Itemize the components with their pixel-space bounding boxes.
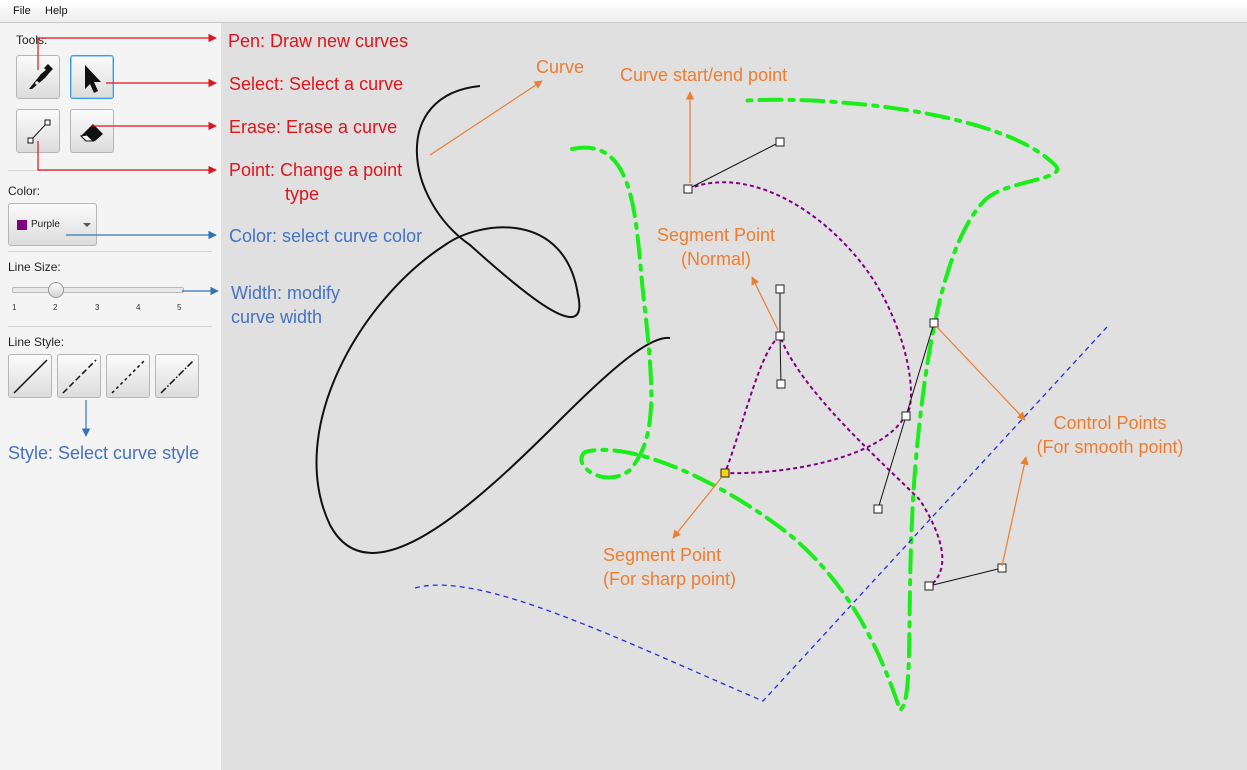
line-style-label: Line Style: <box>8 335 65 349</box>
annotation-style: Style: Select curve style <box>8 443 200 463</box>
slider-tick-label: 5 <box>177 303 182 312</box>
annotation-segment-sharp-line1: Segment Point <box>603 545 722 565</box>
menu-file[interactable]: File <box>13 5 31 17</box>
slider-tick-label: 1 <box>12 303 17 312</box>
annotation-width-line2: curve width <box>231 307 323 327</box>
menu-help[interactable]: Help <box>45 5 68 17</box>
annotation-start-end: Curve start/end point <box>620 65 788 85</box>
line-style-dash-dot-button[interactable] <box>155 354 199 398</box>
annotation-pen: Pen: Draw new curves <box>228 31 409 51</box>
line-style-dotted-button[interactable] <box>106 354 150 398</box>
color-dropdown-value: Purple <box>31 219 60 230</box>
slider-tick-label: 2 <box>53 303 58 312</box>
annotation-select: Select: Select a curve <box>229 74 404 94</box>
point-tool-button[interactable] <box>16 109 60 153</box>
solid-line-icon <box>13 359 48 394</box>
color-swatch <box>17 220 27 230</box>
separator <box>8 326 212 327</box>
eraser-icon <box>79 124 103 142</box>
chevron-down-icon <box>83 223 91 227</box>
color-label: Color: <box>8 184 41 198</box>
erase-tool-button[interactable] <box>70 109 114 153</box>
annotation-segment-sharp-line2: (For sharp point) <box>603 569 737 589</box>
pen-tool-button[interactable] <box>16 55 60 99</box>
slider-tick-label: 4 <box>136 303 141 312</box>
annotation-curve: Curve <box>536 57 585 77</box>
menu-bar: File Help <box>0 0 1247 23</box>
separator <box>8 251 212 252</box>
color-dropdown[interactable]: Purple <box>8 203 97 246</box>
cursor-arrow-icon <box>85 65 101 93</box>
annotation-point-line2: type <box>285 184 320 204</box>
line-size-slider-track[interactable] <box>12 287 184 293</box>
line-style-solid-button[interactable] <box>8 354 52 398</box>
annotation-erase: Erase: Erase a curve <box>229 117 398 137</box>
point-curve-icon <box>27 119 51 144</box>
line-size-slider-thumb[interactable] <box>48 282 64 298</box>
annotation-control-line1: Control Points <box>1053 413 1167 433</box>
dotted-line-icon <box>111 359 146 394</box>
select-tool-button[interactable] <box>70 55 114 99</box>
annotation-segment-normal-line1: Segment Point <box>656 225 776 245</box>
annotation-point-line1: Point: Change a point <box>229 160 403 180</box>
dash-dot-line-icon <box>160 359 195 394</box>
separator <box>8 170 212 171</box>
line-size-label: Line Size: <box>8 260 61 274</box>
annotation-width-line1: Width: modify <box>231 283 341 303</box>
annotation-color: Color: select curve color <box>229 226 423 246</box>
slider-tick-label: 3 <box>95 303 100 312</box>
annotation-control-line2: (For smooth point) <box>1036 437 1184 457</box>
tools-label: Tools: <box>16 33 48 47</box>
dashed-line-icon <box>62 359 97 394</box>
line-style-dashed-button[interactable] <box>57 354 101 398</box>
pen-icon <box>29 64 53 89</box>
annotation-segment-normal-line2: (Normal) <box>681 249 751 269</box>
